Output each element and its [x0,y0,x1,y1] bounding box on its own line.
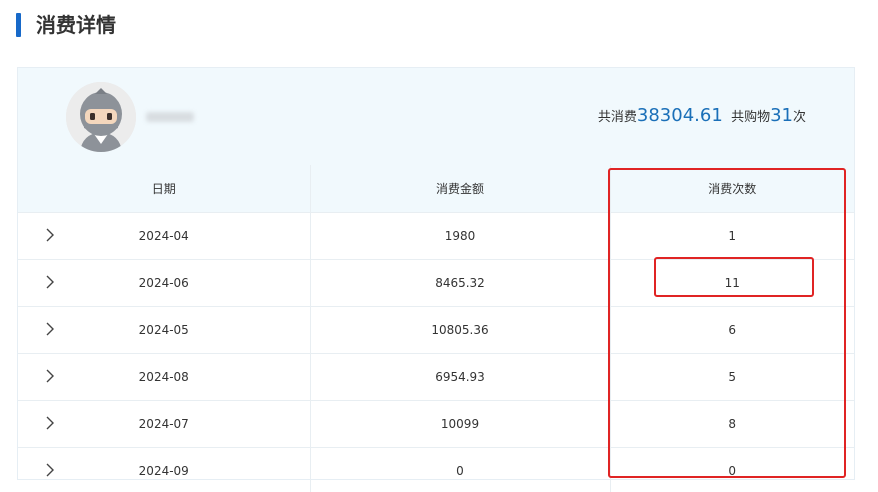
count-cell: 1 [610,212,854,260]
count-cell: 6 [610,306,854,354]
column-header-count: 消费次数 [610,165,854,213]
amount-cell: 10805.36 [310,306,611,354]
table-row: 2024-07 10099 8 [18,400,854,448]
date-cell: 2024-04 [18,212,311,260]
ninja-avatar-icon [66,82,136,152]
consumption-summary: 共消费38304.61 共购物31次 [598,102,806,132]
date-value: 2024-07 [138,417,189,431]
column-header-date: 日期 [18,165,311,213]
date-cell: 2024-07 [18,400,311,448]
table-header-row: 日期 消费金额 消费次数 [18,165,854,213]
date-value: 2024-09 [138,464,189,478]
count-cell: 5 [610,353,854,401]
date-cell: 2024-08 [18,353,311,401]
profile-header: 共消费38304.61 共购物31次 [18,68,854,166]
consumption-table: 日期 消费金额 消费次数 2024-04 1980 1 2024-06 8465… [18,165,854,492]
amount-cell: 10099 [310,400,611,448]
date-cell: 2024-09 [18,447,311,492]
date-value: 2024-05 [138,323,189,337]
amount-cell: 1980 [310,212,611,260]
username-blurred [146,112,194,122]
details-panel: 共消费38304.61 共购物31次 日期 消费金额 消费次数 2024-04 … [17,67,855,492]
date-value: 2024-06 [138,276,189,290]
total-amount: 38304.61 [636,105,723,126]
table-row: 2024-09 0 0 [18,447,854,492]
amount-cell: 0 [310,447,611,492]
chevron-right-icon[interactable] [42,321,58,337]
table-row: 2024-06 8465.32 11 [18,259,854,307]
page-title: 消费详情 [36,13,116,37]
chevron-right-icon[interactable] [42,415,58,431]
consumption-details-page: 消费详情 共消费38304.61 共购物31次 日期 消费金额 消费次数 202… [0,0,878,492]
total-label: 共消费 [597,110,637,125]
count-cell: 0 [610,447,854,492]
avatar [66,82,136,152]
date-value: 2024-04 [138,229,189,243]
purchase-count: 31 [770,105,793,126]
purchase-label: 共购物 [731,110,771,125]
date-cell: 2024-06 [18,259,311,307]
amount-cell: 8465.32 [310,259,611,307]
table-row: 2024-05 10805.36 6 [18,306,854,354]
amount-cell: 6954.93 [310,353,611,401]
count-cell: 11 [610,259,854,307]
table-row: 2024-04 1980 1 [18,212,854,260]
date-value: 2024-08 [138,370,189,384]
chevron-right-icon[interactable] [42,462,58,478]
table-row: 2024-08 6954.93 5 [18,353,854,401]
chevron-right-icon[interactable] [42,227,58,243]
title-accent-bar [16,13,21,37]
count-cell: 8 [610,400,854,448]
chevron-right-icon[interactable] [42,368,58,384]
date-cell: 2024-05 [18,306,311,354]
column-header-amount: 消费金额 [310,165,611,213]
chevron-right-icon[interactable] [42,274,58,290]
purchase-suffix: 次 [792,110,806,125]
